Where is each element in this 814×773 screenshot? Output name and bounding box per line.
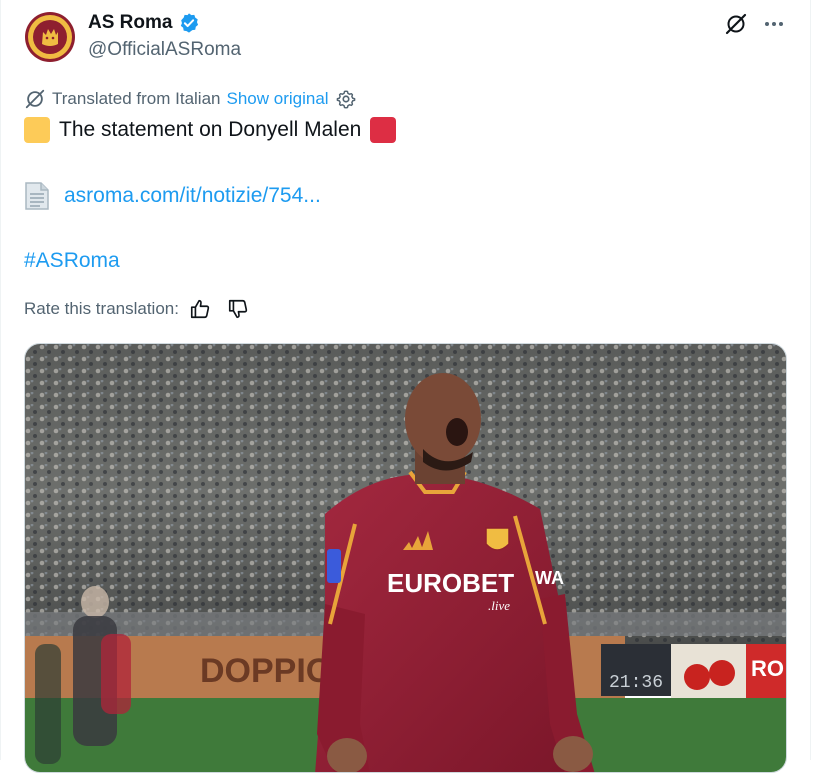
tweet-link-line: asroma.com/it/notizie/754...	[24, 181, 321, 211]
red-square-emoji	[370, 117, 397, 143]
avatar-wolf-emblem	[33, 20, 67, 54]
author-name[interactable]: AS Roma	[88, 12, 172, 34]
scoreboard-text: 21:36	[609, 673, 663, 693]
rate-translation-row: Rate this translation:	[24, 298, 249, 320]
tweet-link[interactable]: asroma.com/it/notizie/754...	[64, 184, 321, 208]
tweet-text: The statement on Donyell Malen	[59, 118, 362, 141]
shirt-sponsor-text: EUROBET	[387, 568, 514, 598]
tweet-media-image[interactable]: DOPPIO 21:36 RO EUROBET .live WA	[24, 343, 787, 773]
translation-notice: Translated from Italian Show original	[24, 88, 357, 110]
avatar[interactable]	[25, 12, 75, 62]
grok-icon[interactable]	[724, 12, 748, 36]
more-icon[interactable]	[762, 12, 786, 36]
show-original-link[interactable]: Show original	[227, 89, 329, 109]
hashtag-link[interactable]: #ASRoma	[24, 249, 120, 273]
billboard-right-text: RO	[751, 656, 784, 681]
rate-translation-label: Rate this translation:	[24, 299, 179, 318]
shirt-sponsor-sub-text: .live	[488, 598, 510, 613]
yellow-square-emoji	[24, 117, 50, 143]
translate-icon	[25, 89, 45, 109]
wolf-icon	[42, 29, 58, 46]
thumbs-up-icon[interactable]	[189, 298, 211, 320]
gear-icon[interactable]	[335, 88, 357, 110]
thumbs-down-icon[interactable]	[227, 298, 249, 320]
left-border	[0, 0, 1, 760]
player-celebration-photo: DOPPIO 21:36 RO EUROBET .live WA	[25, 344, 786, 772]
shirt-side-text: WA	[535, 568, 564, 588]
author-handle[interactable]: @OfficialASRoma	[88, 39, 241, 61]
page-icon	[25, 182, 49, 210]
tweet-text-line: The statement on Donyell Malen	[24, 117, 397, 143]
avatar-ring	[28, 15, 72, 59]
right-border	[810, 0, 811, 760]
billboard-left-text: DOPPIO	[200, 652, 332, 690]
tweet-actions-top	[724, 12, 786, 36]
verified-badge-icon	[181, 13, 199, 33]
translation-label: Translated from Italian	[52, 89, 221, 108]
author-name-row: AS Roma	[88, 12, 200, 34]
